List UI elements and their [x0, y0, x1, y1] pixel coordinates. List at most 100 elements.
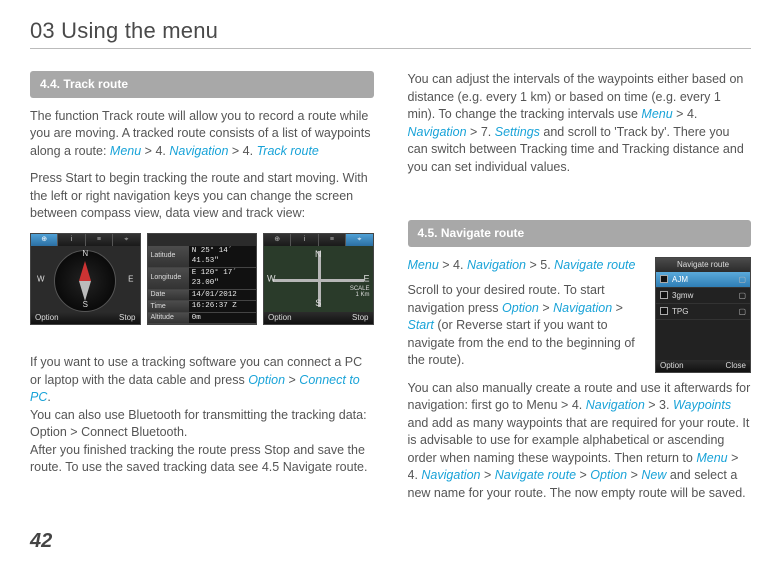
menu-link: Menu: [408, 258, 439, 272]
scale-label: SCALE1 Km: [350, 286, 370, 298]
menu-link: Navigation: [408, 125, 467, 139]
menu-link: Option: [502, 301, 539, 315]
folder-icon: ▢: [738, 274, 746, 285]
screenshot-track-view: ⊕i≡⌖ N S E W SCALE1 Km Option Stop: [263, 233, 374, 325]
divider: [30, 48, 751, 49]
text: > 7.: [467, 125, 495, 139]
screenshot-title: Navigate route: [656, 258, 750, 272]
menu-link: Track route: [257, 144, 319, 158]
softkey-right: Stop: [352, 312, 368, 323]
menu-link: Settings: [495, 125, 540, 139]
list-item-label: TPG: [672, 306, 688, 317]
data-key: Time: [148, 301, 189, 312]
left-column: 4.4. Track route The function Track rout…: [30, 71, 374, 512]
menu-link: Menu: [110, 144, 141, 158]
cardinal-w: W: [267, 273, 276, 286]
list-item: 3gmw ▢: [656, 288, 750, 304]
body-text: You can adjust the intervals of the wayp…: [408, 71, 752, 176]
data-value: 0m: [189, 313, 256, 324]
tab-bar: ⊕i≡⌖: [264, 234, 373, 246]
data-rows: LatitudeN 25° 14´ 41.53" LongitudeE 120°…: [148, 246, 257, 312]
menu-link: New: [641, 468, 666, 482]
cardinal-n: N: [315, 248, 322, 261]
body-text: You can also manually create a route and…: [408, 380, 752, 503]
cardinal-e: E: [363, 273, 369, 286]
menu-link: Navigation: [467, 258, 526, 272]
text: > 4.: [141, 144, 169, 158]
menu-link: Option: [590, 468, 627, 482]
list-item: AJM ▢: [656, 272, 750, 288]
heading-track-route: 4.4. Track route: [30, 71, 374, 98]
tab-bar: ⊕i≡⌖: [31, 234, 140, 246]
text: >: [285, 373, 299, 387]
softkey-left: Option: [35, 312, 59, 323]
menu-link: Navigate route: [495, 468, 576, 482]
cardinal-e: E: [128, 273, 133, 284]
tab-icon: i: [58, 234, 85, 246]
data-key: Latitude: [148, 246, 189, 267]
menu-link: Navigate route: [554, 258, 635, 272]
text: . You can also use Bluetooth for transmi…: [30, 390, 367, 474]
menu-link: Option: [248, 373, 285, 387]
cardinal-n: N: [82, 248, 88, 259]
data-key: Longitude: [148, 268, 189, 289]
menu-link: Waypoints: [673, 398, 731, 412]
menu-link: Start: [408, 318, 434, 332]
list-item-label: 3gmw: [672, 290, 693, 301]
menu-link: Navigation: [169, 144, 228, 158]
data-value: 16:26:37 Z: [189, 301, 256, 312]
tab-icon: ≡: [319, 234, 346, 246]
menu-link: Navigation: [553, 301, 612, 315]
cardinal-w: W: [37, 273, 45, 284]
menu-link: Navigation: [586, 398, 645, 412]
text: > 4.: [673, 107, 698, 121]
columns: 4.4. Track route The function Track rout…: [30, 71, 751, 512]
data-value: 14/01/2012: [189, 290, 256, 301]
list-item: TPG ▢: [656, 304, 750, 320]
heading-navigate-route: 4.5. Navigate route: [408, 220, 752, 247]
chapter-title: 03 Using the menu: [30, 18, 751, 44]
softkey-bar: Option Stop: [31, 312, 140, 324]
screenshot-compass-view: ⊕i≡⌖ N S E W Option Stop: [30, 233, 141, 325]
data-value: N 25° 14´ 41.53": [189, 246, 256, 267]
text: >: [576, 468, 590, 482]
checkbox-icon: [660, 275, 668, 283]
tab-icon: i: [291, 234, 318, 246]
screenshot-data-view: LatitudeN 25° 14´ 41.53" LongitudeE 120°…: [147, 233, 258, 325]
body-text: If you want to use a tracking software y…: [30, 337, 374, 477]
text: > 4.: [439, 258, 467, 272]
text: >: [627, 468, 641, 482]
right-column: You can adjust the intervals of the wayp…: [408, 71, 752, 512]
cardinal-s: S: [83, 299, 88, 310]
folder-icon: ▢: [738, 290, 746, 301]
tab-icon: ⌖: [113, 234, 139, 246]
softkey-left: Option: [660, 360, 684, 371]
data-key: Altitude: [148, 313, 189, 324]
page: 03 Using the menu 4.4. Track route The f…: [0, 0, 781, 565]
checkbox-icon: [660, 291, 668, 299]
menu-link: Menu: [641, 107, 672, 121]
softkey-left: Option: [268, 312, 292, 323]
softkey-right: Close: [726, 360, 746, 371]
page-number: 42: [30, 530, 52, 553]
text: >: [612, 301, 623, 315]
tab-icon: ⊕: [264, 234, 291, 246]
softkey-bar: Option Close: [656, 360, 750, 372]
data-key: Speed: [148, 324, 189, 325]
data-value: E 120° 17´ 23.00": [189, 268, 256, 289]
cardinal-s: S: [315, 297, 321, 310]
body-text: Press Start to begin tracking the route …: [30, 170, 374, 223]
data-value: 6.20km/h: [189, 324, 256, 325]
menu-link: Navigation: [421, 468, 480, 482]
folder-icon: ▢: [738, 306, 746, 317]
screenshot-navigate-route: Navigate route AJM ▢ 3gmw ▢ TPG ▢ Option Clo…: [655, 257, 751, 373]
data-key: Date: [148, 290, 189, 301]
text: > 5.: [526, 258, 554, 272]
body-text: The function Track route will allow you …: [30, 108, 374, 161]
text: >: [539, 301, 553, 315]
checkbox-icon: [660, 307, 668, 315]
text: >: [480, 468, 494, 482]
softkey-right: Stop: [119, 312, 135, 323]
text: > 3.: [645, 398, 673, 412]
list-item-label: AJM: [672, 274, 688, 285]
